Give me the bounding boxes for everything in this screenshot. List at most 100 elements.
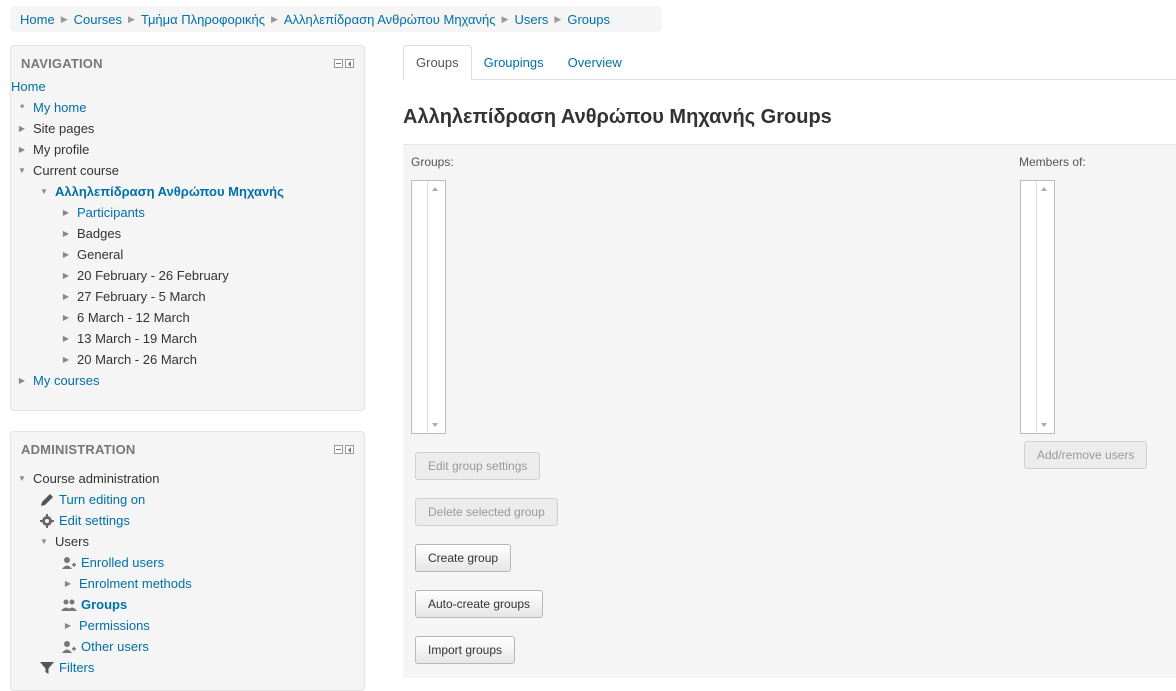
admin-enrolment-methods[interactable]: ▶ Enrolment methods [11,573,364,594]
nav-section-label: 27 February - 5 March [77,289,206,304]
members-listbox[interactable] [1020,180,1055,434]
expand-arrow-icon: ▶ [62,250,70,259]
scroll-down-icon[interactable] [1041,423,1047,427]
expand-arrow-icon: ▶ [64,579,72,588]
other-users-link[interactable]: Other users [81,636,149,657]
administration-title: ADMINISTRATION [21,441,136,457]
breadcrumb-home[interactable]: Home [20,12,55,27]
add-remove-users-button[interactable]: Add/remove users [1024,441,1148,469]
breadcrumb-separator-icon: ▶ [60,13,68,24]
nav-my-home-link[interactable]: My home [33,97,86,118]
nav-section-week4[interactable]: ▶ 13 March - 19 March [11,328,364,349]
expand-arrow-icon: ▶ [62,313,70,322]
navigation-block: NAVIGATION Home ■ My home ▶ Site pages ▶… [10,45,365,411]
breadcrumb-category[interactable]: Τμήμα Πληροφορικής [141,12,265,27]
admin-permissions[interactable]: ▶ Permissions [11,615,364,636]
scroll-down-icon[interactable] [432,423,438,427]
expand-arrow-icon: ▶ [64,621,72,630]
expand-arrow-icon: ▶ [62,355,70,364]
expand-arrow-icon: ▶ [62,271,70,280]
admin-users-label: Users [55,534,89,549]
admin-course-administration[interactable]: ▼ Course administration [11,468,364,489]
breadcrumb-separator-icon: ▶ [554,13,562,24]
nav-section-label: 20 March - 26 March [77,352,197,367]
breadcrumb-separator-icon: ▶ [128,13,135,24]
nav-course-link[interactable]: Αλληλεπίδραση Ανθρώπου Μηχανής [55,181,284,202]
dock-block-icon[interactable] [345,58,354,68]
breadcrumb-separator-icon: ▶ [270,13,278,24]
scroll-up-icon[interactable] [432,187,438,191]
page-title: Αλληλεπίδραση Ανθρώπου Μηχανής Groups [403,106,832,128]
expand-arrow-icon: ▶ [18,376,26,385]
groups-link[interactable]: Groups [81,594,127,615]
tab-groupings[interactable]: Groupings [472,45,556,79]
other-users-icon [62,640,76,653]
breadcrumb-courses[interactable]: Courses [74,12,122,27]
administration-block: ADMINISTRATION ▼ Course administration T… [10,431,365,691]
expand-arrow-icon: ▶ [62,229,70,238]
breadcrumb-users[interactable]: Users [514,12,548,27]
nav-section-week1[interactable]: ▶ 20 February - 26 February [11,265,364,286]
members-label: Members of: [1019,155,1086,169]
filters-link[interactable]: Filters [59,657,94,678]
collapse-block-icon[interactable] [334,58,343,68]
nav-site-pages-label: Site pages [33,121,95,136]
nav-badges[interactable]: ▶ Badges [11,223,364,244]
groups-label: Groups: [411,155,454,169]
edit-settings-link[interactable]: Edit settings [59,510,130,531]
expand-arrow-icon: ▶ [18,124,26,133]
expand-arrow-icon: ▶ [62,292,70,301]
nav-section-general[interactable]: ▶ General [11,244,364,265]
admin-permissions-label: Permissions [79,618,150,633]
nav-section-week2[interactable]: ▶ 27 February - 5 March [11,286,364,307]
expand-arrow-icon: ▶ [62,208,70,217]
groups-listbox[interactable] [411,180,446,434]
filter-icon [40,661,54,674]
nav-badges-label: Badges [77,226,122,241]
breadcrumb-separator-icon: ▶ [501,13,509,24]
enrolled-users-link[interactable]: Enrolled users [81,552,164,573]
expand-arrow-icon: ▶ [62,334,70,343]
import-groups-button[interactable]: Import groups [415,636,516,664]
collapse-block-icon[interactable] [334,444,343,454]
nav-section-week3[interactable]: ▶ 6 March - 12 March [11,307,364,328]
scroll-up-icon[interactable] [1041,187,1047,191]
navigation-title: NAVIGATION [21,55,103,71]
nav-section-label: 20 February - 26 February [77,268,229,283]
members-listbox-scrollbar[interactable] [1036,181,1054,433]
dock-block-icon[interactable] [345,444,354,454]
nav-my-profile[interactable]: ▶ My profile [11,139,364,160]
admin-course-administration-label: Course administration [33,471,160,486]
breadcrumb: Home ▶ Courses ▶ Τμήμα Πληροφορικής ▶ Αλ… [10,6,662,32]
breadcrumb-groups[interactable]: Groups [567,12,610,27]
auto-create-groups-button[interactable]: Auto-create groups [415,590,544,618]
nav-section-week5[interactable]: ▶ 20 March - 26 March [11,349,364,370]
breadcrumb-course[interactable]: Αλληλεπίδραση Ανθρώπου Μηχανής [284,12,496,27]
nav-home-link[interactable]: Home [11,76,46,97]
tab-groups[interactable]: Groups [403,45,472,80]
nav-current-course-label: Current course [33,163,119,178]
nav-my-profile-label: My profile [33,142,90,157]
nav-my-courses-link[interactable]: My courses [33,370,99,391]
edit-group-settings-button[interactable]: Edit group settings [415,452,541,480]
nav-site-pages[interactable]: ▶ Site pages [11,118,364,139]
groups-listbox-scrollbar[interactable] [427,181,445,433]
groups-panel: Groups: Members of: Edit group settings … [403,144,1176,678]
nav-section-label: General [77,247,124,262]
gear-icon [40,513,54,528]
create-group-button[interactable]: Create group [415,544,512,572]
collapse-arrow-icon: ▼ [40,187,48,196]
collapse-arrow-icon: ▼ [18,166,26,175]
tab-overview[interactable]: Overview [556,45,634,79]
pencil-icon [41,493,53,506]
collapse-arrow-icon: ▼ [18,474,26,483]
nav-participants-link[interactable]: Participants [77,202,145,223]
admin-users[interactable]: ▼ Users [11,531,364,552]
delete-selected-group-button[interactable]: Delete selected group [415,498,558,526]
nav-section-label: 6 March - 12 March [77,310,190,325]
enrolled-users-icon [62,556,76,569]
nav-section-label: 13 March - 19 March [77,331,197,346]
turn-editing-on-link[interactable]: Turn editing on [59,489,145,510]
nav-current-course[interactable]: ▼ Current course [11,160,364,181]
admin-enrolment-methods-label: Enrolment methods [79,576,192,591]
